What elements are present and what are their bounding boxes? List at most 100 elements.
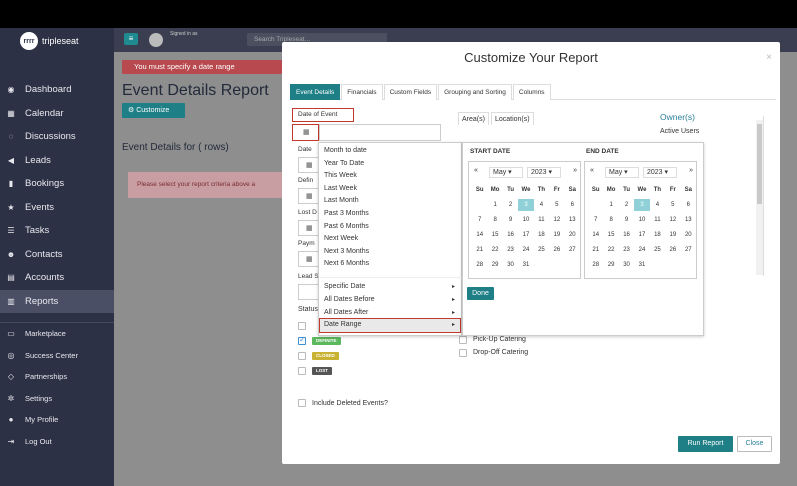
- calendar-day[interactable]: 30: [619, 259, 634, 271]
- dropdown-item-year-to-date[interactable]: Year To Date: [324, 160, 364, 167]
- dropdown-item-last-week[interactable]: Last Week: [324, 185, 357, 192]
- sidebar-item-marketplace[interactable]: ▭ Marketplace: [0, 323, 114, 345]
- dropdown-item-all-dates-after[interactable]: All Dates After: [324, 309, 368, 316]
- tab-grouping-and-sorting[interactable]: Grouping and Sorting: [438, 84, 512, 100]
- calendar-day[interactable]: 29: [603, 259, 618, 271]
- lead-source-select[interactable]: [298, 284, 319, 300]
- calendar-day[interactable]: 11: [650, 214, 665, 226]
- calendar-day[interactable]: 16: [503, 229, 518, 241]
- calendar-day[interactable]: 4: [534, 199, 549, 211]
- calendar-day[interactable]: 1: [487, 199, 502, 211]
- calendar-day[interactable]: 29: [487, 259, 502, 271]
- dropdown-item-past-3-months[interactable]: Past 3 Months: [324, 210, 369, 217]
- avatar[interactable]: [149, 33, 163, 47]
- date-of-event-input[interactable]: ▦: [292, 124, 319, 141]
- calendar-day[interactable]: 31: [634, 259, 649, 271]
- calendar-day[interactable]: 7: [472, 214, 487, 226]
- calendar-day[interactable]: 26: [665, 244, 680, 256]
- sidebar-item-my-profile[interactable]: ● My Profile: [0, 409, 114, 431]
- year-select[interactable]: 2023 ▾: [643, 167, 677, 178]
- sidebar-item-settings[interactable]: ✲ Settings: [0, 388, 114, 410]
- month-select[interactable]: May ▾: [605, 167, 639, 178]
- brand-logo[interactable]: rrrr tripleseat: [20, 32, 79, 50]
- calendar-day[interactable]: 14: [588, 229, 603, 241]
- status-checkbox-closed[interactable]: [298, 352, 306, 360]
- calendar-day[interactable]: 9: [619, 214, 634, 226]
- calendar-day[interactable]: 12: [549, 214, 564, 226]
- calendar-day[interactable]: 28: [472, 259, 487, 271]
- calendar-day[interactable]: 9: [503, 214, 518, 226]
- dropdown-item-specific-date[interactable]: Specific Date: [324, 283, 365, 290]
- calendar-day[interactable]: 24: [634, 244, 649, 256]
- close-icon[interactable]: ×: [766, 52, 772, 63]
- calendar-day[interactable]: 8: [487, 214, 502, 226]
- year-select[interactable]: 2023 ▾: [527, 167, 561, 178]
- owners-scrollbar[interactable]: [756, 120, 763, 275]
- calendar-day[interactable]: 28: [588, 259, 603, 271]
- calendar-day[interactable]: 8: [603, 214, 618, 226]
- calendar-day[interactable]: 19: [549, 229, 564, 241]
- calendar-day[interactable]: 27: [565, 244, 580, 256]
- calendar-day[interactable]: 23: [503, 244, 518, 256]
- include-deleted-checkbox[interactable]: [298, 399, 306, 407]
- date-input-2[interactable]: ▦: [298, 220, 319, 236]
- calendar-day[interactable]: 10: [634, 214, 649, 226]
- dropdown-item-past-6-months[interactable]: Past 6 Months: [324, 223, 369, 230]
- calendar-day[interactable]: 6: [565, 199, 580, 211]
- sidebar-item-success-center[interactable]: ◎ Success Center: [0, 345, 114, 367]
- calendar-day[interactable]: 12: [665, 214, 680, 226]
- sidebar-item-discussions[interactable]: ◌ Discussions: [0, 125, 114, 149]
- date-input-3[interactable]: ▦: [298, 251, 319, 267]
- sidebar-item-partnerships[interactable]: ◇ Partnerships: [0, 366, 114, 388]
- sidebar-item-dashboard[interactable]: ◉ Dashboard: [0, 78, 114, 102]
- calendar-day[interactable]: 22: [487, 244, 502, 256]
- sidebar-item-contacts[interactable]: ☻ Contacts: [0, 243, 114, 267]
- date-input-1[interactable]: ▦: [298, 188, 319, 204]
- dropdown-item-next-6-months[interactable]: Next 6 Months: [324, 260, 369, 267]
- calendar-day[interactable]: 24: [518, 244, 533, 256]
- calendar-day[interactable]: 21: [588, 244, 603, 256]
- calendar-day[interactable]: 31: [518, 259, 533, 271]
- tab-financials[interactable]: Financials: [341, 84, 383, 100]
- calendar-day[interactable]: 20: [565, 229, 580, 241]
- calendar-day[interactable]: 2: [619, 199, 634, 211]
- customize-button[interactable]: ⚙ Customize: [122, 103, 185, 118]
- calendar-day[interactable]: 23: [619, 244, 634, 256]
- calendar-day[interactable]: 26: [549, 244, 564, 256]
- dropdown-item-this-week[interactable]: This Week: [324, 172, 357, 179]
- tab-locations[interactable]: Location(s): [490, 112, 534, 125]
- calendar-day[interactable]: 15: [487, 229, 502, 241]
- dropdown-item-month-to-date[interactable]: Month to date: [324, 147, 367, 154]
- date-of-event-field[interactable]: [319, 124, 441, 141]
- calendar-day[interactable]: 1: [603, 199, 618, 211]
- tab-event-details[interactable]: Event Details: [290, 84, 341, 100]
- calendar-day[interactable]: 16: [619, 229, 634, 241]
- sidebar-item-calendar[interactable]: ▦ Calendar: [0, 102, 114, 126]
- calendar-day[interactable]: 25: [534, 244, 549, 256]
- calendar-day[interactable]: 5: [549, 199, 564, 211]
- dropdown-item-date-range[interactable]: Date Range: [324, 321, 361, 328]
- calendar-day[interactable]: 21: [472, 244, 487, 256]
- calendar-day[interactable]: 17: [518, 229, 533, 241]
- dropdown-item-next-3-months[interactable]: Next 3 Months: [324, 248, 369, 255]
- calendar-day[interactable]: 7: [588, 214, 603, 226]
- dropdown-item-next-week[interactable]: Next Week: [324, 235, 358, 242]
- sidebar-item-events[interactable]: ★ Events: [0, 196, 114, 220]
- calendar-day[interactable]: 18: [650, 229, 665, 241]
- calendar-day[interactable]: 27: [681, 244, 696, 256]
- category-checkbox[interactable]: [459, 336, 467, 344]
- calendar-day[interactable]: 13: [681, 214, 696, 226]
- status-checkbox-tentative[interactable]: [298, 322, 306, 330]
- calendar-day[interactable]: 19: [665, 229, 680, 241]
- calendar-day[interactable]: 10: [518, 214, 533, 226]
- calendar-day[interactable]: 3: [634, 199, 650, 211]
- calendar-day[interactable]: 13: [565, 214, 580, 226]
- calendar-day[interactable]: 2: [503, 199, 518, 211]
- calendar-day[interactable]: 11: [534, 214, 549, 226]
- menu-toggle-button[interactable]: ≡: [124, 33, 138, 45]
- date-input-0[interactable]: ▦: [298, 157, 319, 173]
- calendar-day[interactable]: 22: [603, 244, 618, 256]
- calendar-day[interactable]: 20: [681, 229, 696, 241]
- close-button[interactable]: Close: [737, 436, 772, 452]
- sidebar-item-log-out[interactable]: ⇥ Log Out: [0, 431, 114, 453]
